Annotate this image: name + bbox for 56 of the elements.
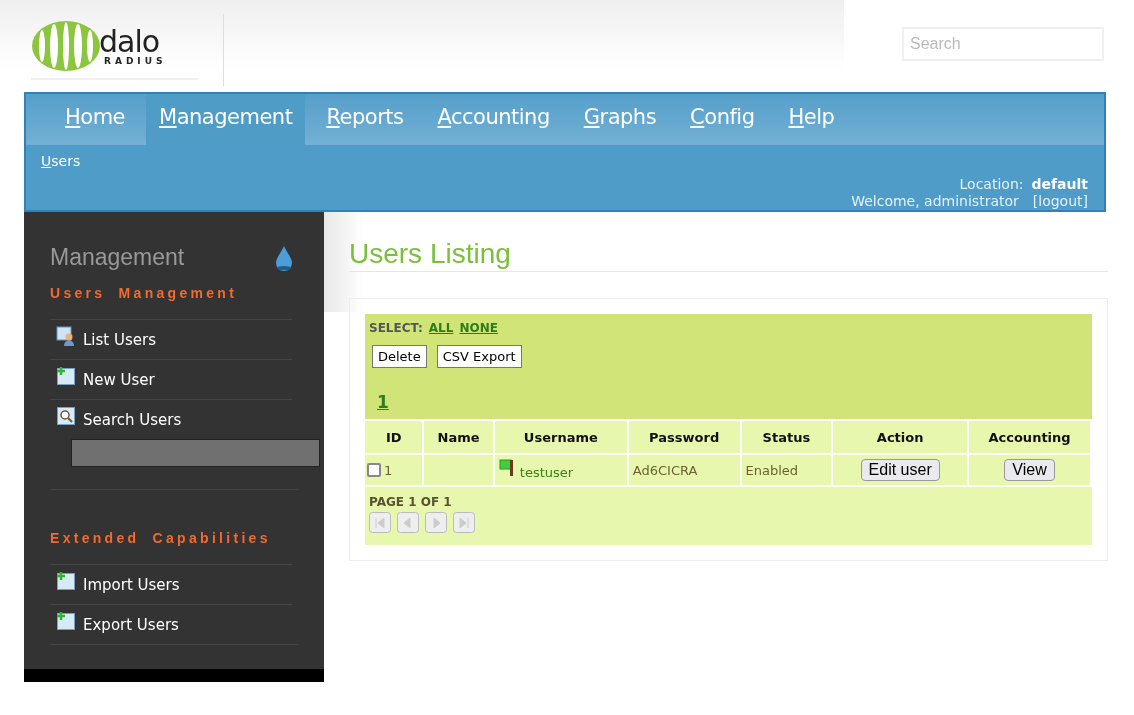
add-page-icon: [56, 365, 76, 386]
sidebar-search-field[interactable]: [71, 439, 320, 467]
sidebar-title: Management: [50, 244, 185, 271]
password-cell: Ad6CICRA: [628, 455, 740, 485]
magnifier-page-icon: [56, 405, 76, 426]
column-header: Name: [424, 421, 493, 453]
sidebar-item[interactable]: Export Users: [50, 604, 292, 644]
column-header: ID: [365, 421, 423, 453]
column-header: Password: [628, 421, 740, 453]
view-button[interactable]: View: [1004, 459, 1055, 481]
welcome-text: Welcome, administrator: [851, 193, 1019, 210]
logo-text: dalo: [99, 26, 160, 57]
sidebar-item[interactable]: Import Users: [50, 564, 292, 604]
add-page-icon: [56, 570, 76, 591]
nav-tab[interactable]: Help: [775, 94, 848, 145]
subnav-link[interactable]: Users: [41, 153, 81, 171]
last-page-icon[interactable]: [453, 512, 475, 533]
water-drop-icon: [274, 244, 294, 271]
select-link[interactable]: ALL: [428, 321, 454, 335]
flag-icon: [498, 459, 516, 476]
column-header: Status: [741, 421, 832, 453]
sidebar-item[interactable]: List Users: [50, 319, 292, 359]
column-header: Username: [494, 421, 627, 453]
add-page-icon: [56, 610, 76, 631]
column-header: Accounting: [969, 421, 1090, 453]
location-value: default: [1031, 176, 1088, 193]
search-field[interactable]: Search: [902, 27, 1104, 61]
edit-user-button[interactable]: Edit user: [860, 459, 940, 481]
status-cell: Enabled: [741, 455, 832, 485]
logo-subtext: RADIUS: [104, 56, 167, 66]
logout-link[interactable]: [logout]: [1032, 193, 1088, 210]
globe-logo-icon: [31, 20, 101, 72]
next-page-icon[interactable]: [425, 512, 447, 533]
users-list-icon: [56, 325, 76, 346]
select-link[interactable]: NONE: [459, 321, 498, 335]
row-checkbox[interactable]: [367, 463, 381, 477]
id-text: 1: [384, 462, 393, 478]
nav-tab[interactable]: Graphs: [570, 94, 670, 145]
prev-page-icon[interactable]: [397, 512, 419, 533]
pager-text: PAGE 1 OF 1: [369, 495, 453, 509]
nav-tab[interactable]: Management: [146, 94, 306, 145]
nav-tab[interactable]: Reports: [313, 94, 417, 145]
column-header: Action: [833, 421, 968, 453]
action-button[interactable]: Delete: [372, 345, 427, 368]
sidebar-item[interactable]: New User: [50, 359, 292, 399]
page-title: Users Listing: [349, 238, 1108, 272]
nav-tab[interactable]: Config: [677, 94, 768, 145]
location-label: Location:: [959, 176, 1024, 193]
section-heading: Users Management: [50, 285, 239, 301]
page-link[interactable]: 1: [377, 392, 389, 412]
section-heading: Extended Capabilities: [50, 530, 272, 546]
nav-tab[interactable]: Accounting: [424, 94, 563, 145]
action-button[interactable]: CSV Export: [436, 345, 522, 368]
select-label: SELECT:: [369, 321, 423, 335]
first-page-icon[interactable]: [369, 512, 391, 533]
nav-tab[interactable]: Home: [52, 94, 139, 145]
